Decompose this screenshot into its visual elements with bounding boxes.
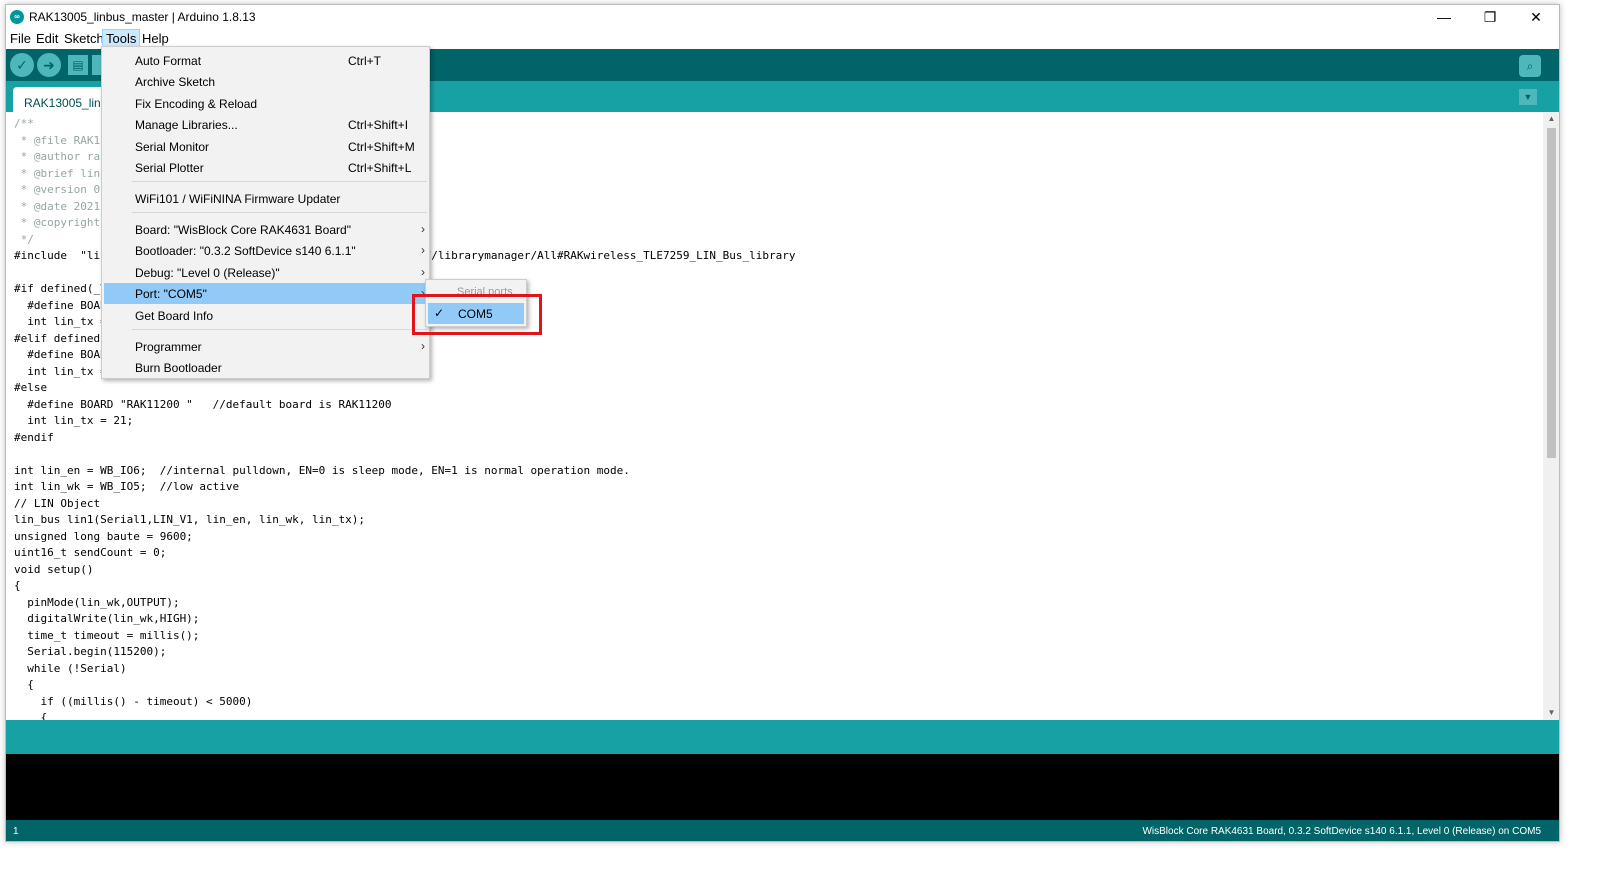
menu-item-archive-sketch[interactable]: Archive Sketch bbox=[104, 71, 427, 92]
menu-item-burn-bootloader[interactable]: Burn Bootloader bbox=[104, 357, 427, 378]
code-line: */ bbox=[14, 232, 34, 246]
code-line: pinMode(lin_wk,OUTPUT); bbox=[14, 595, 180, 609]
code-line: int lin_en = WB_IO6; //internal pulldown… bbox=[14, 463, 630, 477]
board-info: WisBlock Core RAK4631 Board, 0.3.2 SoftD… bbox=[1142, 826, 1541, 837]
editor-scrollbar[interactable]: ▲ ▼ bbox=[1543, 112, 1559, 720]
code-line: void setup() bbox=[14, 562, 94, 576]
menu-item-get-board-info[interactable]: Get Board Info bbox=[104, 305, 427, 326]
tab-sketch[interactable]: RAK13005_linbus_master bbox=[13, 87, 105, 112]
submenu-arrow-icon: › bbox=[421, 339, 425, 353]
menu-separator bbox=[132, 181, 427, 182]
menu-separator bbox=[132, 212, 427, 213]
submenu-arrow-icon: › bbox=[421, 222, 425, 236]
console-output[interactable] bbox=[6, 754, 1559, 820]
menu-sketch[interactable]: Sketch bbox=[61, 29, 107, 49]
menu-item-manage-libraries[interactable]: Manage Libraries... Ctrl+Shift+I bbox=[104, 114, 427, 135]
menu-separator bbox=[132, 329, 427, 330]
menu-file[interactable]: File bbox=[7, 29, 34, 49]
scrollbar-thumb[interactable] bbox=[1547, 128, 1556, 458]
menu-edit[interactable]: Edit bbox=[33, 29, 61, 49]
code-line: int lin_wk = WB_IO5; //low active bbox=[14, 480, 240, 493]
code-line: { bbox=[14, 711, 48, 720]
menu-item-firmware-updater[interactable]: WiFi101 / WiFiNINA Firmware Updater bbox=[104, 188, 427, 209]
restore-button[interactable]: ❐ bbox=[1467, 5, 1513, 29]
minimize-button[interactable]: — bbox=[1421, 5, 1467, 29]
status-footer: 1 WisBlock Core RAK4631 Board, 0.3.2 Sof… bbox=[6, 820, 1559, 841]
code-line: lin_bus lin1(Serial1,LIN_V1, lin_en, lin… bbox=[14, 513, 365, 526]
submenu-arrow-icon: › bbox=[421, 243, 425, 257]
message-bar bbox=[6, 720, 1559, 754]
code-line: #else bbox=[14, 381, 48, 394]
scroll-down-icon[interactable]: ▼ bbox=[1543, 706, 1559, 720]
close-button[interactable]: ✕ bbox=[1513, 5, 1559, 29]
code-line: if ((millis() - timeout) < 5000) bbox=[14, 694, 253, 708]
menu-item-board[interactable]: Board: "WisBlock Core RAK4631 Board" › bbox=[104, 219, 427, 240]
verify-icon[interactable]: ✓ bbox=[10, 53, 34, 77]
upload-icon[interactable]: ➜ bbox=[37, 53, 61, 77]
menu-item-programmer[interactable]: Programmer › bbox=[104, 336, 427, 357]
code-line: unsigned long baute = 9600; bbox=[14, 529, 193, 543]
code-line: #endif bbox=[14, 430, 54, 444]
code-line: uint16_t sendCount = 0; bbox=[14, 546, 167, 559]
scroll-up-icon[interactable]: ▲ bbox=[1543, 112, 1559, 126]
menu-item-debug[interactable]: Debug: "Level 0 (Release)" › bbox=[104, 262, 427, 283]
tab-menu-icon[interactable]: ▼ bbox=[1519, 89, 1537, 105]
title-bar: ∞ RAK13005_linbus_master | Arduino 1.8.1… bbox=[6, 5, 1559, 29]
line-number: 1 bbox=[13, 826, 19, 837]
menu-item-bootloader[interactable]: Bootloader: "0.3.2 SoftDevice s140 6.1.1… bbox=[104, 240, 427, 261]
menu-item-port[interactable]: Port: "COM5" › bbox=[104, 283, 427, 304]
new-icon[interactable]: ▤ bbox=[68, 55, 88, 75]
menu-item-fix-encoding[interactable]: Fix Encoding & Reload bbox=[104, 93, 427, 114]
code-line: // LIN Object bbox=[14, 496, 101, 510]
tools-menu: Auto Format Ctrl+T Archive Sketch Fix En… bbox=[101, 46, 430, 379]
code-line: { bbox=[14, 678, 34, 691]
menu-item-serial-plotter[interactable]: Serial Plotter Ctrl+Shift+L bbox=[104, 157, 427, 178]
code-line: { bbox=[14, 579, 21, 592]
menu-item-auto-format[interactable]: Auto Format Ctrl+T bbox=[104, 50, 427, 71]
code-line: while (!Serial) bbox=[14, 661, 127, 675]
annotation-highlight-box bbox=[412, 294, 542, 335]
menu-item-serial-monitor[interactable]: Serial Monitor Ctrl+Shift+M bbox=[104, 136, 427, 157]
code-line: digitalWrite(lin_wk,HIGH); bbox=[14, 612, 200, 625]
code-line: int lin_tx = 21; bbox=[14, 414, 134, 427]
arduino-logo-icon: ∞ bbox=[10, 10, 24, 24]
code-line: #define BOARD "RAK11200 " //default boar… bbox=[14, 397, 392, 411]
submenu-arrow-icon: › bbox=[421, 265, 425, 279]
serial-monitor-icon[interactable]: ⌕ bbox=[1519, 55, 1541, 77]
code-line: Serial.begin(115200); bbox=[14, 645, 167, 658]
window-title: RAK13005_linbus_master | Arduino 1.8.13 bbox=[29, 10, 256, 24]
code-line: /** bbox=[14, 117, 34, 130]
code-line: * @version 0.1 bbox=[14, 183, 114, 196]
code-line: time_t timeout = millis(); bbox=[14, 628, 200, 642]
